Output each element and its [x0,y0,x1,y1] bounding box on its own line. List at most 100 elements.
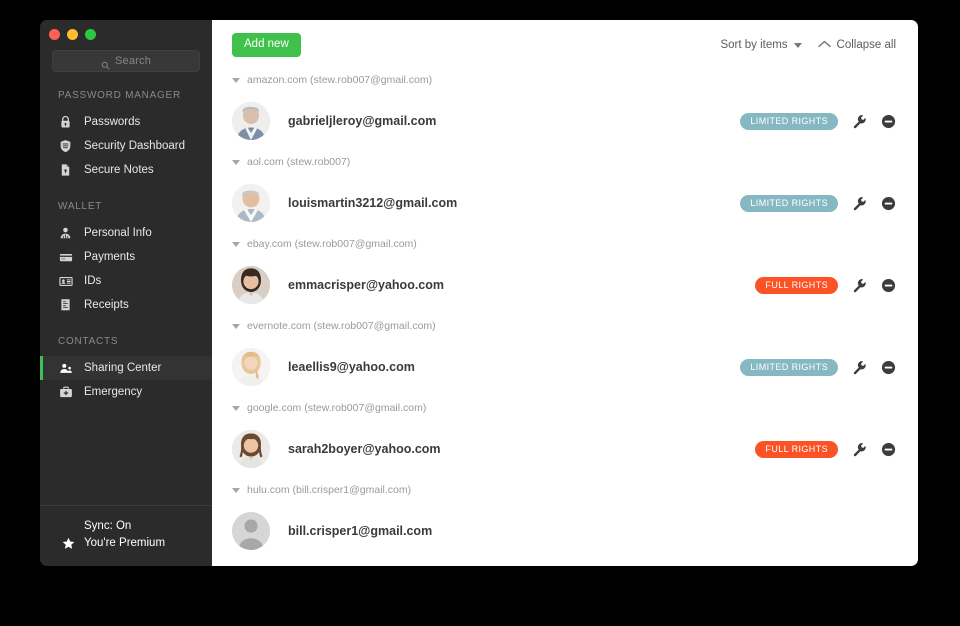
note-icon [58,163,73,178]
first-aid-kit-icon [58,385,73,400]
lock-icon [58,115,73,130]
status-badge: LIMITED RIGHTS [740,194,838,212]
list-item-email: louismartin3212@gmail.com [288,196,458,210]
collapse-all-button[interactable]: Collapse all [817,39,896,51]
triangle-down-icon [232,487,240,493]
sidebar-item-sharing-center[interactable]: Sharing Center [40,356,212,380]
sort-by-items-dropdown[interactable]: Sort by items [720,39,802,51]
avatar [232,184,270,222]
avatar [232,348,270,386]
sidebar-item-label: IDs [84,275,102,287]
list-item[interactable]: emmacrisper@yahoo.com FULL RIGHTS [232,254,896,316]
list-item[interactable]: gabrieljleroy@gmail.com LIMITED RIGHTS [232,90,896,152]
sidebar-item-emergency[interactable]: Emergency [40,380,212,404]
sidebar-item-label: Receipts [84,299,129,311]
search-placeholder: Search [114,55,152,67]
group-header-label: ebay.com (stew.rob007@gmail.com) [247,238,417,250]
sidebar-section-contacts: CONTACTS Sharing Center Emergency [40,336,212,404]
sidebar-section-password-manager: PASSWORD MANAGER Passwords Security Dash… [40,90,212,182]
receipt-icon [58,298,73,313]
triangle-down-icon [232,159,240,165]
status-badge: LIMITED RIGHTS [740,358,838,376]
section-title-contacts: CONTACTS [58,336,119,347]
sidebar-nav: PASSWORD MANAGER Passwords Security Dash… [40,90,212,505]
wrench-icon[interactable] [852,196,867,211]
sidebar-item-label: Sharing Center [84,362,162,374]
search-input[interactable]: Search [52,50,200,72]
triangle-down-icon [232,323,240,329]
sidebar-item-label: Emergency [84,386,143,398]
list-item-email: sarah2boyer@yahoo.com [288,442,441,456]
id-card-icon [58,274,73,289]
search-icon [101,57,110,69]
avatar [232,430,270,468]
status-badge: FULL RIGHTS [755,276,838,294]
status-badge: LIMITED RIGHTS [740,112,838,130]
avatar [232,102,270,140]
sidebar-item-payments[interactable]: Payments [40,245,212,269]
list-item-actions: LIMITED RIGHTS [740,358,896,376]
list-item[interactable]: louismartin3212@gmail.com LIMITED RIGHTS [232,172,896,234]
triangle-down-icon [232,77,240,83]
premium-status-row[interactable]: You're Premium [40,535,212,552]
list-item[interactable]: leaellis9@yahoo.com LIMITED RIGHTS [232,336,896,398]
list-item-actions: FULL RIGHTS [755,440,896,458]
group-header-label: amazon.com (stew.rob007@gmail.com) [247,74,433,86]
wrench-icon[interactable] [852,114,867,129]
collapse-label: Collapse all [836,39,896,51]
remove-icon[interactable] [881,360,896,375]
sidebar: Search PASSWORD MANAGER Passwords Securi… [40,20,212,566]
sidebar-item-passwords[interactable]: Passwords [40,110,212,134]
avatar [232,266,270,304]
wrench-icon[interactable] [852,442,867,457]
wrench-icon[interactable] [852,278,867,293]
avatar [232,512,270,550]
content-toolbar: Add new Sort by items Collapse all [212,20,918,70]
group-header-label: evernote.com (stew.rob007@gmail.com) [247,320,436,332]
list-item-actions: FULL RIGHTS [755,276,896,294]
main-content: Add new Sort by items Collapse all amazo… [212,20,918,566]
minimize-button[interactable] [67,28,78,40]
sidebar-item-personal-info[interactable]: Personal Info [40,221,212,245]
sidebar-item-security-dashboard[interactable]: Security Dashboard [40,134,212,158]
close-button[interactable] [49,28,60,40]
section-title-wallet: WALLET [58,201,103,212]
sharing-list: amazon.com (stew.rob007@gmail.com) gabri… [212,70,918,562]
list-item-email: leaellis9@yahoo.com [288,360,415,374]
sidebar-item-ids[interactable]: IDs [40,269,212,293]
sidebar-item-receipts[interactable]: Receipts [40,293,212,317]
remove-icon[interactable] [881,196,896,211]
list-item-email: emmacrisper@yahoo.com [288,278,444,292]
group-header[interactable]: aol.com (stew.rob007) [232,152,896,172]
window-titlebar [40,20,212,48]
premium-label: You're Premium [84,537,166,549]
remove-icon[interactable] [881,114,896,129]
people-icon [58,361,73,376]
group-header[interactable]: ebay.com (stew.rob007@gmail.com) [232,234,896,254]
sidebar-item-label: Personal Info [84,227,152,239]
sidebar-item-secure-notes[interactable]: Secure Notes [40,158,212,182]
group-header[interactable]: google.com (stew.rob007@gmail.com) [232,398,896,418]
group-header[interactable]: hulu.com (bill.crisper1@gmail.com) [232,480,896,500]
chevron-up-icon [817,39,831,51]
sidebar-item-label: Secure Notes [84,164,154,176]
sidebar-section-wallet: WALLET Personal Info Payments IDs Receip… [40,201,212,317]
remove-icon[interactable] [881,278,896,293]
group-header[interactable]: amazon.com (stew.rob007@gmail.com) [232,70,896,90]
sync-status-row: Sync: On [40,518,212,535]
credit-card-icon [58,250,73,265]
group-header[interactable]: evernote.com (stew.rob007@gmail.com) [232,316,896,336]
list-item-email: bill.crisper1@gmail.com [288,524,433,538]
zoom-button[interactable] [85,28,96,40]
add-new-button[interactable]: Add new [232,32,301,58]
triangle-down-icon [232,405,240,411]
star-icon [62,537,75,550]
shield-icon [58,139,73,154]
sidebar-item-label: Payments [84,251,136,263]
remove-icon[interactable] [881,442,896,457]
list-item[interactable]: bill.crisper1@gmail.com [232,500,896,562]
sync-status-label: Sync: On [84,520,132,532]
wrench-icon[interactable] [852,360,867,375]
sort-label: Sort by items [720,39,788,51]
list-item[interactable]: sarah2boyer@yahoo.com FULL RIGHTS [232,418,896,480]
